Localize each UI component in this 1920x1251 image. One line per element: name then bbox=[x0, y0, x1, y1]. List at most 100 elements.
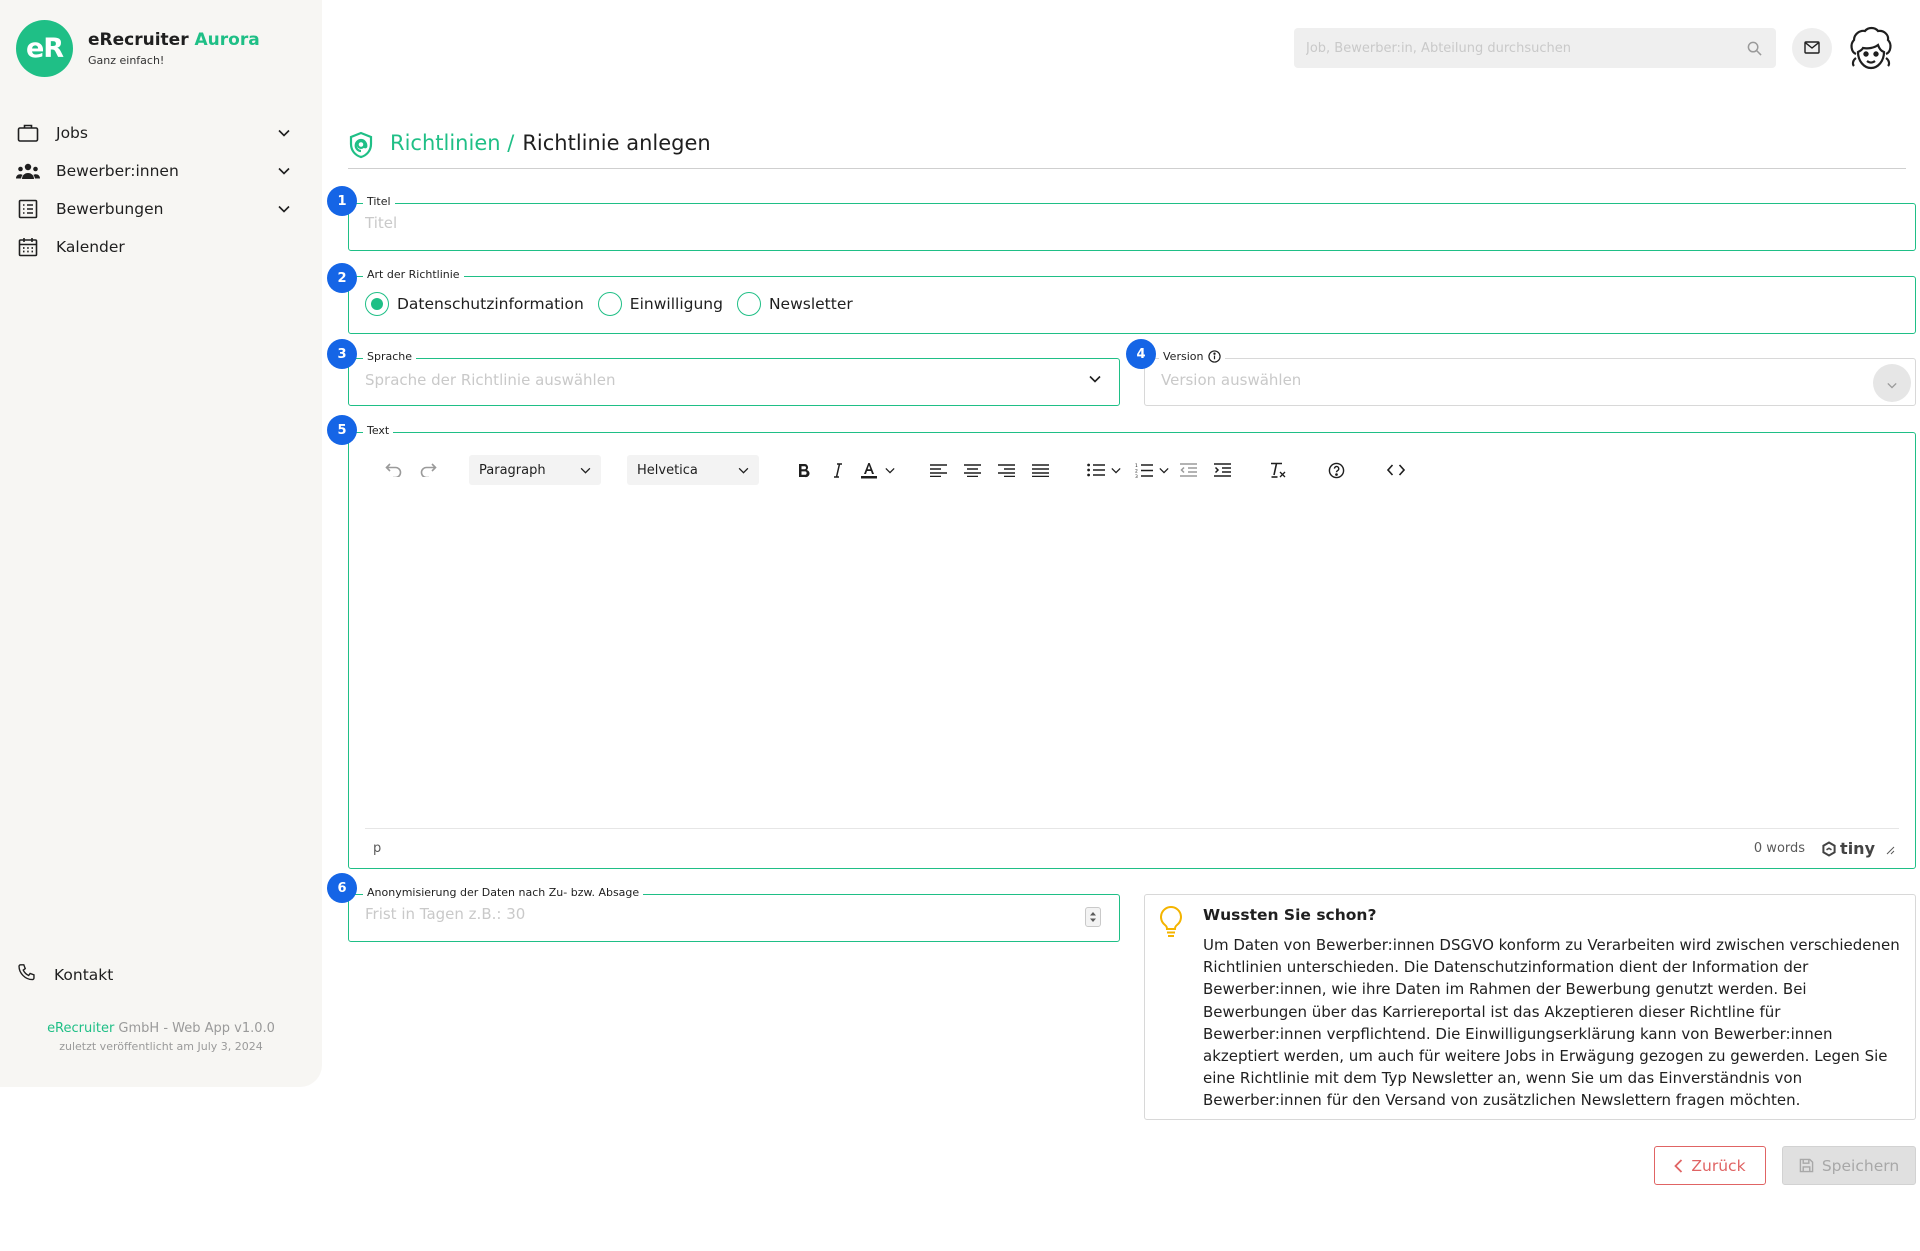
outdent-icon[interactable] bbox=[1171, 453, 1205, 487]
bold-icon[interactable] bbox=[787, 453, 821, 487]
field-legend: Text bbox=[363, 424, 394, 437]
step-badge: 6 bbox=[327, 873, 357, 903]
brand-name-accent: Aurora bbox=[194, 30, 260, 50]
footer-brand[interactable]: eRecruiter bbox=[47, 1021, 114, 1036]
bullet-list-button[interactable] bbox=[1083, 453, 1123, 487]
align-right-icon[interactable] bbox=[989, 453, 1023, 487]
tiny-logo[interactable]: tiny bbox=[1821, 839, 1875, 858]
bullet-list-icon bbox=[1083, 453, 1109, 487]
back-button[interactable]: Zurück bbox=[1654, 1146, 1766, 1185]
align-center-icon[interactable] bbox=[955, 453, 989, 487]
undo-icon[interactable] bbox=[377, 453, 411, 487]
phone-icon bbox=[16, 962, 38, 988]
field-legend: Sprache bbox=[363, 350, 417, 363]
tiny-icon bbox=[1822, 840, 1836, 857]
brand-name: eRecruiter Aurora bbox=[88, 30, 260, 50]
step-badge: 2 bbox=[327, 263, 357, 293]
text-editor: Text Paragraph Helvetica 1 2 3 p 0 words… bbox=[348, 424, 1916, 869]
radio-einwilligung[interactable]: Einwilligung bbox=[597, 292, 723, 316]
sidebar-item-bewerbungen[interactable]: Bewerbungen bbox=[0, 190, 322, 228]
font-family-select[interactable]: Helvetica bbox=[627, 455, 759, 485]
help-icon[interactable] bbox=[1319, 453, 1353, 487]
search-icon[interactable] bbox=[1744, 38, 1764, 58]
chevron-down-icon bbox=[580, 463, 591, 478]
source-code-icon[interactable] bbox=[1379, 453, 1413, 487]
block-format-select[interactable]: Paragraph bbox=[469, 455, 601, 485]
save-button[interactable]: Speichern bbox=[1782, 1146, 1916, 1185]
radio-datenschutz[interactable]: Datenschutzinformation bbox=[365, 292, 584, 316]
field-legend: Anonymisierung der Daten nach Zu- bzw. A… bbox=[363, 886, 644, 899]
chevron-down-icon[interactable] bbox=[274, 123, 294, 143]
footer-company: GmbH - Web App v1.0.0 bbox=[114, 1021, 275, 1036]
breadcrumb[interactable]: Richtlinien / bbox=[390, 131, 514, 155]
sidebar-item-bewerber[interactable]: Bewerber:innen bbox=[0, 152, 322, 190]
align-left-icon[interactable] bbox=[921, 453, 955, 487]
brand-name-main: eRecruiter bbox=[88, 30, 189, 50]
svg-text:2: 2 bbox=[1135, 468, 1138, 474]
tiny-brand-text: tiny bbox=[1840, 839, 1875, 858]
frist-input[interactable] bbox=[365, 905, 1075, 923]
version-placeholder: Version auswählen bbox=[1161, 371, 1302, 389]
numbered-list-button[interactable]: 123 bbox=[1131, 453, 1171, 487]
redo-icon[interactable] bbox=[411, 453, 445, 487]
info-title: Wussten Sie schon? bbox=[1203, 906, 1377, 924]
radio-circle bbox=[736, 292, 761, 316]
radio-label: Einwilligung bbox=[629, 295, 723, 313]
sidebar-item-kontakt[interactable]: Kontakt bbox=[16, 962, 113, 988]
info-icon[interactable] bbox=[1208, 350, 1222, 363]
search-input[interactable] bbox=[1306, 40, 1744, 56]
field-legend: Version bbox=[1159, 350, 1226, 363]
brand[interactable]: eR eRecruiter Aurora Ganz einfach! bbox=[16, 20, 260, 77]
align-justify-icon[interactable] bbox=[1023, 453, 1057, 487]
number-stepper[interactable] bbox=[1085, 907, 1101, 927]
titel-input[interactable] bbox=[365, 214, 1871, 232]
footer-version: eRecruiter GmbH - Web App v1.0.0 bbox=[0, 1021, 322, 1036]
chevron-left-icon bbox=[1674, 1158, 1683, 1173]
word-count[interactable]: 0 words bbox=[1754, 841, 1805, 856]
chevron-down-icon[interactable] bbox=[274, 199, 294, 219]
step-badge: 3 bbox=[327, 339, 357, 369]
radio-circle bbox=[365, 292, 389, 316]
radio-circle bbox=[597, 292, 622, 316]
field-legend: Titel bbox=[363, 195, 395, 208]
page-title: Richtlinie anlegen bbox=[522, 131, 711, 155]
briefcase-icon bbox=[16, 121, 40, 145]
chevron-down-icon bbox=[738, 463, 749, 478]
sidebar-footer: eRecruiter GmbH - Web App v1.0.0 zuletzt… bbox=[0, 1021, 322, 1053]
chevron-down-icon bbox=[883, 453, 897, 487]
art-field: Art der Richtlinie Datenschutzinformatio… bbox=[348, 268, 1916, 334]
sidebar-item-jobs[interactable]: Jobs bbox=[0, 114, 322, 152]
brand-logo: eR bbox=[16, 20, 73, 77]
avatar-face-icon bbox=[1850, 26, 1892, 70]
sidebar-nav: Jobs Bewerber:innen Bewerbungen Kalender bbox=[0, 114, 322, 266]
sidebar-item-kalender[interactable]: Kalender bbox=[0, 228, 322, 266]
sprache-select[interactable]: Sprache Sprache der Richtlinie auswählen bbox=[348, 350, 1120, 406]
editor-statusbar: p 0 words tiny bbox=[365, 828, 1899, 868]
text-color-button[interactable] bbox=[855, 453, 897, 487]
resize-handle-icon[interactable] bbox=[1885, 844, 1895, 854]
radio-newsletter[interactable]: Newsletter bbox=[736, 292, 853, 316]
user-avatar[interactable] bbox=[1846, 24, 1896, 74]
art-radio-group: Datenschutzinformation Einwilligung News… bbox=[365, 292, 867, 316]
clear-format-icon[interactable] bbox=[1261, 453, 1295, 487]
sidebar-item-label: Jobs bbox=[56, 124, 88, 142]
step-badge: 4 bbox=[1126, 339, 1156, 369]
stepper-arrows-icon bbox=[1090, 912, 1096, 922]
mail-button[interactable] bbox=[1792, 28, 1832, 68]
version-dropdown-button[interactable] bbox=[1873, 364, 1911, 402]
field-legend: Art der Richtlinie bbox=[363, 268, 464, 281]
kontakt-label: Kontakt bbox=[54, 966, 114, 984]
version-select[interactable]: Version Version auswählen bbox=[1144, 350, 1916, 406]
radio-label: Datenschutzinformation bbox=[397, 295, 584, 313]
save-icon bbox=[1799, 1158, 1814, 1173]
editor-toolbar: Paragraph Helvetica 1 2 3 bbox=[377, 453, 1413, 487]
brand-text: eRecruiter Aurora Ganz einfach! bbox=[88, 30, 260, 67]
indent-icon[interactable] bbox=[1205, 453, 1239, 487]
info-box: Wussten Sie schon? Um Daten von Bewerber… bbox=[1144, 894, 1916, 1120]
italic-icon[interactable] bbox=[821, 453, 855, 487]
editor-content-area[interactable] bbox=[365, 503, 1899, 826]
anonymisierung-field: Anonymisierung der Daten nach Zu- bzw. A… bbox=[348, 886, 1120, 942]
chevron-down-icon[interactable] bbox=[274, 161, 294, 181]
svg-text:1: 1 bbox=[1135, 463, 1138, 469]
element-path[interactable]: p bbox=[373, 841, 381, 856]
